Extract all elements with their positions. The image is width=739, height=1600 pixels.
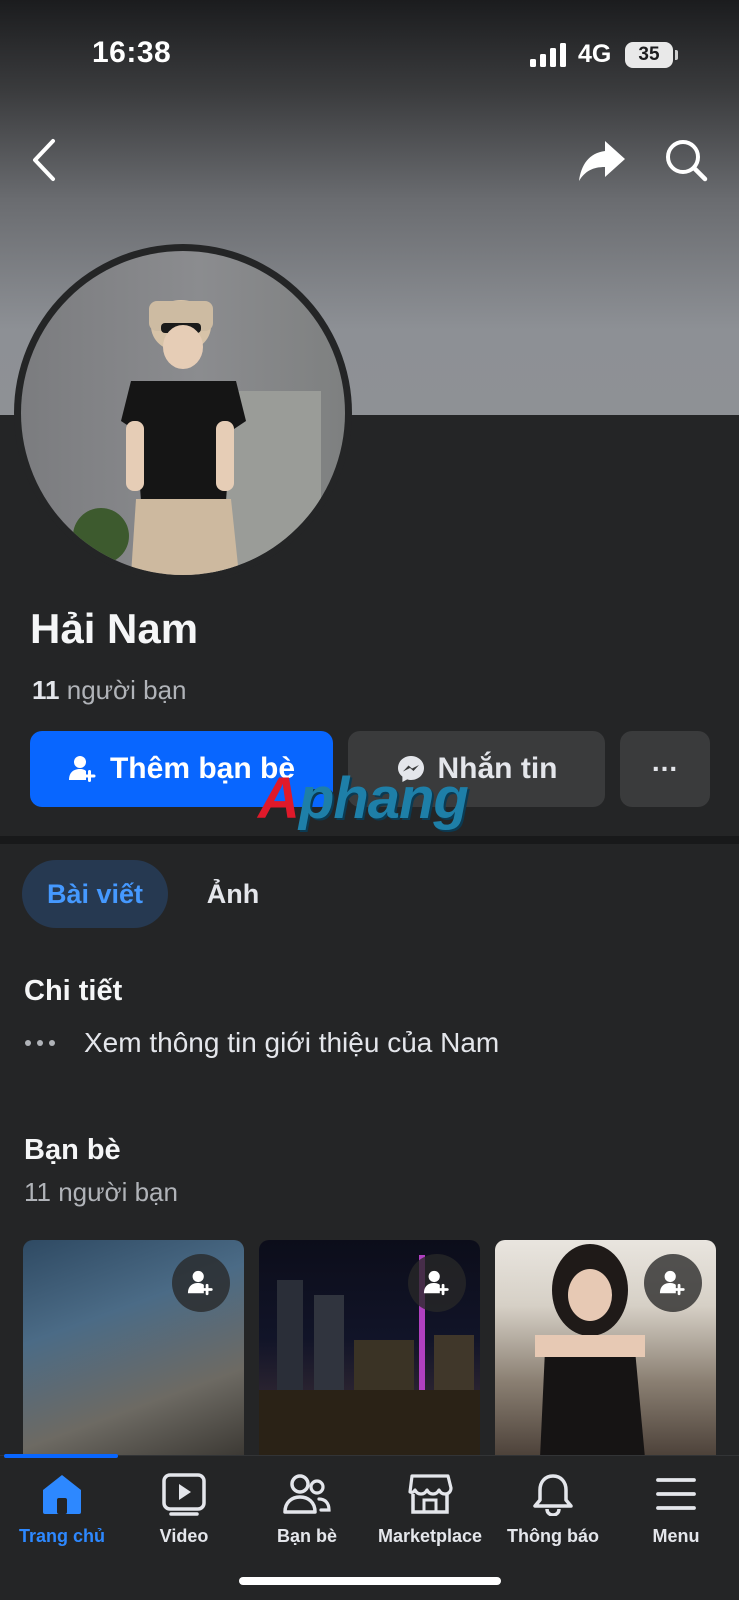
home-icon: [43, 1475, 81, 1514]
nav-home[interactable]: Trang chủ: [0, 1472, 124, 1547]
menu-icon: [656, 1478, 696, 1510]
tab-posts[interactable]: Bài viết: [22, 860, 168, 928]
signal-icon: [530, 43, 566, 67]
nav-video-label: Video: [159, 1526, 209, 1546]
status-bar: 16:38 4G 35: [0, 0, 739, 100]
nav-menu[interactable]: Menu: [614, 1472, 738, 1547]
network-type: 4G: [578, 40, 612, 68]
share-icon: [579, 141, 625, 181]
nav-notifications[interactable]: Thông báo: [491, 1472, 615, 1547]
nav-menu-label: Menu: [652, 1526, 700, 1546]
watermark-logo: Aphang: [258, 765, 469, 832]
friends-subtitle: 11 người bạn: [24, 1177, 178, 1207]
video-icon: [162, 1473, 206, 1516]
home-indicator[interactable]: [239, 1577, 501, 1585]
back-button[interactable]: [14, 130, 74, 190]
friend-card[interactable]: [495, 1240, 716, 1458]
section-divider: [0, 836, 739, 844]
watermark-rest: phang: [298, 766, 469, 831]
nav-marketplace-label: Marketplace: [377, 1526, 483, 1546]
share-button[interactable]: [572, 130, 632, 190]
friends-icon: [283, 1474, 331, 1514]
profile-friend-count[interactable]: 11 người bạn: [32, 675, 187, 706]
nav-home-label: Trang chủ: [18, 1526, 105, 1546]
search-icon: [666, 140, 708, 182]
details-title: Chi tiết: [24, 975, 123, 1007]
nav-notifications-label: Thông báo: [507, 1526, 599, 1546]
friend-card[interactable]: [23, 1240, 244, 1458]
nav-marketplace[interactable]: Marketplace: [368, 1472, 492, 1547]
friend-card[interactable]: [259, 1240, 480, 1458]
profile-name: Hải Nam: [30, 605, 199, 652]
nav-video[interactable]: Video: [122, 1472, 246, 1547]
avatar-photo: [73, 300, 321, 575]
add-friend-icon: [68, 754, 98, 784]
add-friend-icon[interactable]: [644, 1254, 702, 1312]
watermark-first: A: [258, 766, 300, 831]
more-options-button[interactable]: ...: [620, 731, 710, 807]
active-tab-indicator: [4, 1454, 118, 1458]
profile-picture[interactable]: [14, 244, 352, 582]
status-time: 16:38: [92, 36, 172, 69]
add-friend-icon[interactable]: [172, 1254, 230, 1312]
friend-count-label: người bạn: [66, 675, 187, 705]
friend-count-number: 11: [32, 675, 60, 705]
search-button[interactable]: [656, 130, 716, 190]
battery-nub: [675, 50, 678, 60]
marketplace-icon: [408, 1474, 453, 1514]
nav-friends-label: Bạn bè: [276, 1526, 337, 1546]
chevron-left-icon: [33, 139, 55, 181]
tab-photos[interactable]: Ảnh: [178, 860, 288, 928]
bell-icon: [533, 1474, 573, 1516]
battery-indicator: 35: [625, 42, 673, 68]
add-friend-icon[interactable]: [408, 1254, 466, 1312]
intro-link[interactable]: Xem thông tin giới thiệu của Nam: [24, 1027, 499, 1059]
nav-friends[interactable]: Bạn bè: [245, 1472, 369, 1547]
avatar: [21, 251, 345, 575]
more-options-label: ...: [651, 746, 679, 777]
intro-link-label: Xem thông tin giới thiệu của Nam: [84, 1027, 500, 1058]
more-dots-icon: [24, 1039, 60, 1047]
friends-title: Bạn bè: [24, 1134, 121, 1166]
